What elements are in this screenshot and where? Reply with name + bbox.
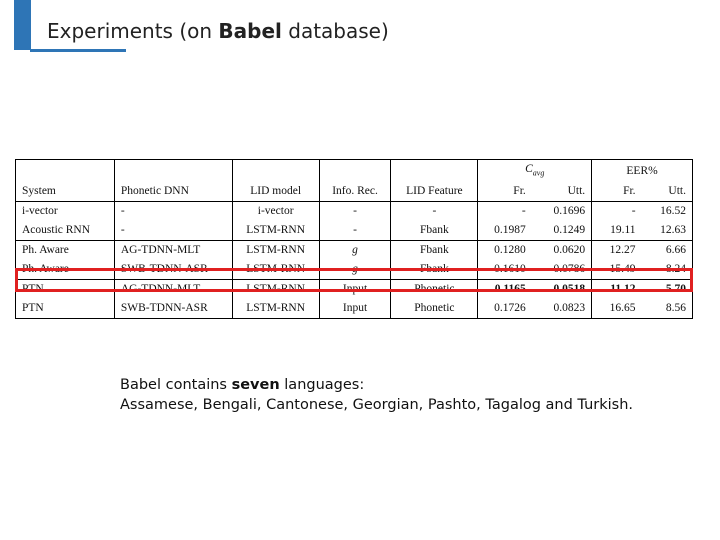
cell: SWB-TDNN-ASR [114,299,233,320]
cell: Phonetic [390,299,479,320]
cell: - [319,221,392,241]
cell: - [114,201,233,222]
cell: i-vector [232,201,320,222]
title-underline [30,49,126,52]
cell: LSTM-RNN [232,240,320,261]
cell: 0.1726 [477,299,532,320]
cell: i-vector [15,201,115,222]
cell: - [390,201,479,222]
cell: - [521,205,526,218]
col-header: System [15,182,115,203]
group-header-row: Cavg EER% [15,159,693,183]
cell: 19.11 [610,224,636,237]
cell: Acoustic RNN [15,221,115,241]
cell: 12.63 [641,221,693,241]
table-row: i-vector - i-vector - - - 0.1696 - 16.52 [15,201,693,222]
cell: 0.1249 [531,221,593,241]
cell: LSTM-RNN [232,221,320,241]
cell: - [319,201,392,222]
cell: 16.65 [591,299,642,320]
col-header: LID Feature [390,182,479,203]
results-table-container: Cavg EER% System Phonetic DNN LID model … [15,159,693,320]
col-header: Utt. [531,182,593,203]
col-header: Fr. [477,182,532,203]
cavg-header: Cavg [477,159,593,183]
ptn-highlight-box [15,268,693,292]
cell: 16.52 [641,201,693,222]
babel-note: Babel contains seven languages: Assamese… [120,375,633,415]
cell: Fbank [390,221,479,241]
col-header: Info. Rec. [319,182,392,203]
cell: LSTM-RNN [232,299,320,320]
eer-header: EER% [591,159,693,183]
cell: 0.0823 [531,299,593,320]
title-suffix: database) [281,19,389,43]
cell: Fbank [390,240,479,261]
slide-title: Experiments (on Babel database) [47,19,389,43]
cell: AG-TDNN-MLT [114,240,233,261]
title-prefix: Experiments (on [47,19,219,43]
cell: - [631,205,636,218]
cell: Input [319,299,392,320]
title-accent-bar [14,0,31,50]
cell: 6.66 [641,240,693,261]
cell: 0.1696 [531,201,593,222]
cell: 0.1280 [477,240,532,261]
note-line-1: Babel contains seven languages: [120,377,365,393]
cell: Ph. Aware [15,240,115,261]
cell: 0.0620 [531,240,593,261]
col-header: Utt. [641,182,693,203]
cell: 12.27 [591,240,642,261]
cell: PTN [15,299,115,320]
column-header-row: System Phonetic DNN LID model Info. Rec.… [15,182,693,203]
cell: - [114,221,233,241]
table-row: PTN SWB-TDNN-ASR LSTM-RNN Input Phonetic… [15,299,693,320]
title-bold: Babel [218,19,282,43]
note-line-2: Assamese, Bengali, Cantonese, Georgian, … [120,397,634,413]
results-table: Cavg EER% System Phonetic DNN LID model … [15,159,693,320]
table-row: Ph. Aware AG-TDNN-MLT LSTM-RNN g Fbank 0… [15,240,693,261]
cell: 8.56 [641,299,693,320]
col-header: LID model [232,182,320,203]
table-row: Acoustic RNN - LSTM-RNN - Fbank 0.1987 0… [15,221,693,241]
cell: 0.1987 [494,224,526,237]
col-header: Fr. [591,182,642,203]
col-header: Phonetic DNN [114,182,233,203]
cell: g [319,240,392,261]
